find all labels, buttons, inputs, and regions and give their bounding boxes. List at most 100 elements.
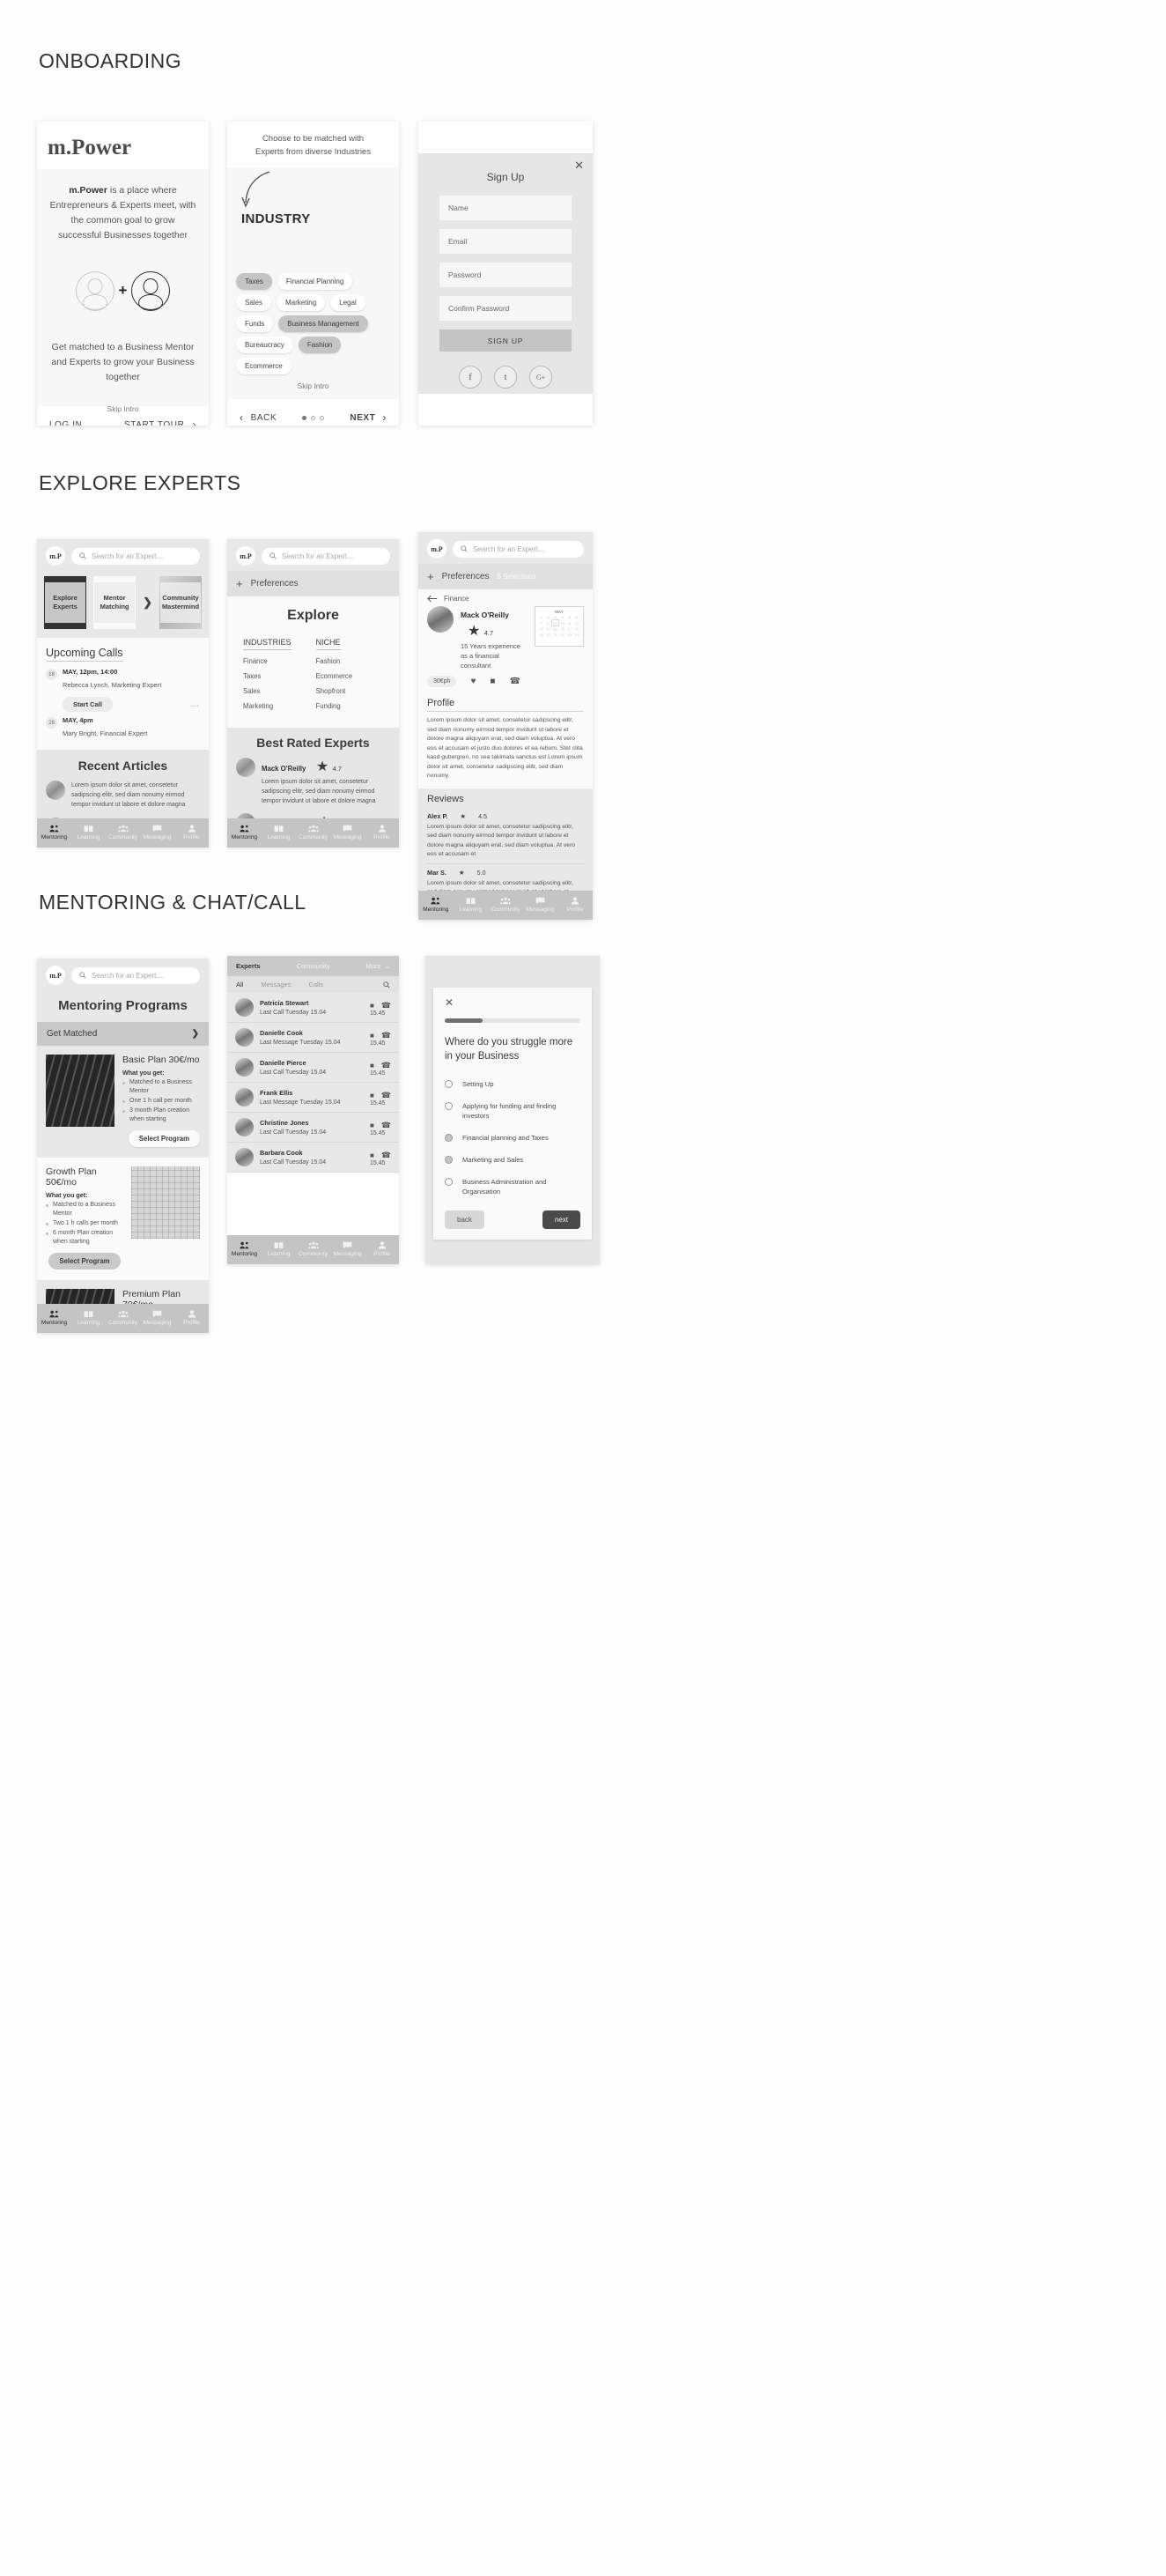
calendar-day[interactable]: 22	[558, 632, 566, 637]
carousel-next-icon[interactable]: ❯	[143, 596, 152, 610]
tab-mentoring[interactable]: Mentoring	[37, 1310, 71, 1326]
radio-icon[interactable]	[445, 1102, 453, 1110]
survey-option[interactable]: Business Administration and Organisation	[445, 1177, 580, 1196]
tab-messaging[interactable]: Messaging	[140, 1310, 174, 1326]
survey-option[interactable]: Financial planning and Taxes	[445, 1133, 580, 1143]
tab-mentoring[interactable]: Mentoring	[227, 825, 262, 840]
radio-icon[interactable]	[445, 1080, 453, 1088]
heart-icon[interactable]: ♥	[470, 677, 476, 686]
google-plus-icon[interactable]: G+	[529, 366, 552, 389]
tab-profile[interactable]: Profile	[174, 1310, 209, 1326]
phone-icon[interactable]: ☎	[381, 1091, 391, 1100]
back-button[interactable]: BACK	[251, 413, 277, 423]
tab-learning[interactable]: Learning	[262, 1241, 296, 1257]
tab-mentoring[interactable]: Mentoring	[227, 1241, 262, 1257]
select-program-button[interactable]: Select Program	[48, 1253, 121, 1269]
phone-icon[interactable]: ☎	[381, 1001, 391, 1010]
filter-messages[interactable]: Messages	[261, 981, 291, 988]
preferences-bar[interactable]: + Preferences	[227, 571, 399, 596]
plan-card-growth[interactable]: Growth Plan 50€/mo What you get: Matched…	[37, 1158, 209, 1280]
message-icon[interactable]: ■	[370, 1092, 374, 1099]
industry-tag[interactable]: Legal	[330, 294, 365, 311]
availability-calendar[interactable]: MAY 1 2 3 4 5 6 7 8 9 10 11 12 13 14 15 16 17 18 19 20 21 22 2…	[535, 606, 584, 647]
message-icon[interactable]: ■	[370, 1121, 374, 1129]
chat-list-item[interactable]: Barbara Cook Last Call Tuesday 15.04 ■ ☎ 15.…	[227, 1143, 399, 1173]
skip-intro-link[interactable]: Skip Intro	[227, 381, 399, 390]
tab-profile[interactable]: Profile	[365, 1241, 399, 1257]
tab-learning[interactable]: Learning	[454, 897, 489, 913]
email-field[interactable]: Email	[439, 229, 572, 254]
filter-calls[interactable]: Calls	[309, 981, 324, 988]
radio-icon[interactable]	[445, 1134, 453, 1142]
phone-icon[interactable]: ☎	[381, 1031, 391, 1040]
get-matched-row[interactable]: Get Matched ❯	[37, 1022, 209, 1046]
calendar-day[interactable]: 11	[566, 620, 573, 626]
call-row[interactable]: 18 MAY, 12pm, 14:00 Rebecca Lynch, Market…	[46, 668, 200, 692]
industry-tag[interactable]: Taxes	[236, 273, 272, 290]
tab-profile[interactable]: Profile	[557, 897, 593, 913]
tab-community[interactable]: Community	[488, 897, 523, 913]
tab-community[interactable]: Community	[297, 962, 330, 970]
tab-profile[interactable]: Profile	[365, 825, 399, 840]
tab-mentoring[interactable]: Mentoring	[37, 825, 71, 840]
add-icon[interactable]: +	[427, 570, 434, 583]
plan-card-basic[interactable]: Basic Plan 30€/mo What you get: Matched …	[37, 1046, 209, 1158]
select-program-button[interactable]: Select Program	[128, 1130, 200, 1147]
message-icon[interactable]: ■	[370, 1002, 374, 1010]
article-item[interactable]: Lorem ipsum dolor sit amet, consetetur s…	[46, 781, 200, 810]
add-icon[interactable]: +	[236, 577, 243, 590]
category-item[interactable]: Ecommerce	[316, 672, 353, 680]
expert-item[interactable]: Mack O'Reilly ★ 4.7 Lorem ipsum dolor si…	[236, 758, 390, 806]
back-button[interactable]: back	[445, 1210, 484, 1229]
category-item[interactable]: Shopfront	[316, 687, 353, 695]
category-item[interactable]: Sales	[243, 687, 292, 695]
industry-tag[interactable]: Funds	[236, 315, 274, 332]
name-field[interactable]: Name	[439, 196, 572, 220]
calendar-day[interactable]: 7	[538, 620, 545, 626]
calendar-day[interactable]: 20	[545, 632, 552, 637]
chat-list-item[interactable]: Patricia Stewart Last Call Tuesday 15.04 ■…	[227, 993, 399, 1023]
industry-tag[interactable]: Fashion	[298, 337, 342, 353]
chat-list-item[interactable]: Danielle Pierce Last Call Tuesday 15.04 ■ ☎…	[227, 1053, 399, 1083]
tab-messaging[interactable]: Messaging	[140, 825, 174, 840]
chat-list-item[interactable]: Christine Jones Last Call Tuesday 15.04 ■ ☎…	[227, 1113, 399, 1143]
calendar-day[interactable]: 19	[538, 632, 545, 637]
tab-community[interactable]: Community	[106, 825, 140, 840]
search-input[interactable]: Search for an Expert....	[71, 547, 200, 565]
message-icon[interactable]: ■	[490, 677, 495, 686]
calendar-day[interactable]: 3	[552, 614, 559, 620]
signup-submit-button[interactable]: SIGN UP	[439, 329, 572, 352]
call-row[interactable]: 28 MAY, 4pm Mary Bright, Financial Expert	[46, 716, 200, 740]
calendar-day[interactable]: 9	[551, 619, 559, 626]
tab-experts[interactable]: Experts	[236, 962, 261, 970]
feature-card-explore-experts[interactable]: Explore Experts	[44, 576, 87, 629]
close-icon[interactable]: ✕	[574, 159, 584, 173]
calendar-day[interactable]: 24	[573, 632, 580, 637]
industry-tag[interactable]: Sales	[236, 294, 272, 311]
breadcrumb[interactable]: Finance	[418, 589, 593, 604]
confirm-password-field[interactable]: Confirm Password	[439, 296, 572, 321]
filter-all[interactable]: All	[236, 981, 243, 988]
start-call-button[interactable]: Start Call	[63, 697, 113, 712]
tab-learning[interactable]: Learning	[262, 825, 296, 840]
calendar-day[interactable]: 12	[573, 620, 580, 626]
tab-mentoring[interactable]: Mentoring	[418, 897, 454, 913]
category-item[interactable]: Taxes	[243, 672, 292, 680]
radio-icon[interactable]	[445, 1178, 453, 1186]
search-input[interactable]: Search for an Expert....	[262, 547, 390, 565]
category-item[interactable]: Fashion	[316, 657, 353, 665]
phone-icon[interactable]: ☎	[509, 677, 520, 686]
category-item[interactable]: Marketing	[243, 702, 292, 710]
category-item[interactable]: Funding	[316, 702, 353, 710]
tab-profile[interactable]: Profile	[174, 825, 209, 840]
phone-icon[interactable]: ☎	[381, 1151, 391, 1160]
tab-messaging[interactable]: Messaging	[330, 825, 365, 840]
login-button[interactable]: LOG IN	[49, 420, 83, 426]
tab-community[interactable]: Community	[296, 1241, 330, 1257]
survey-option[interactable]: Applying for funding and finding investo…	[445, 1101, 580, 1121]
tab-messaging[interactable]: Messaging	[330, 1241, 365, 1257]
search-input[interactable]: Search for an Expert....	[71, 966, 200, 984]
chat-list-item[interactable]: Frank Ellis Last Message Tuesday 15.04 ■ ☎ 1…	[227, 1083, 399, 1113]
calendar-day[interactable]: 8	[545, 620, 552, 626]
survey-option[interactable]: Setting Up	[445, 1079, 580, 1089]
